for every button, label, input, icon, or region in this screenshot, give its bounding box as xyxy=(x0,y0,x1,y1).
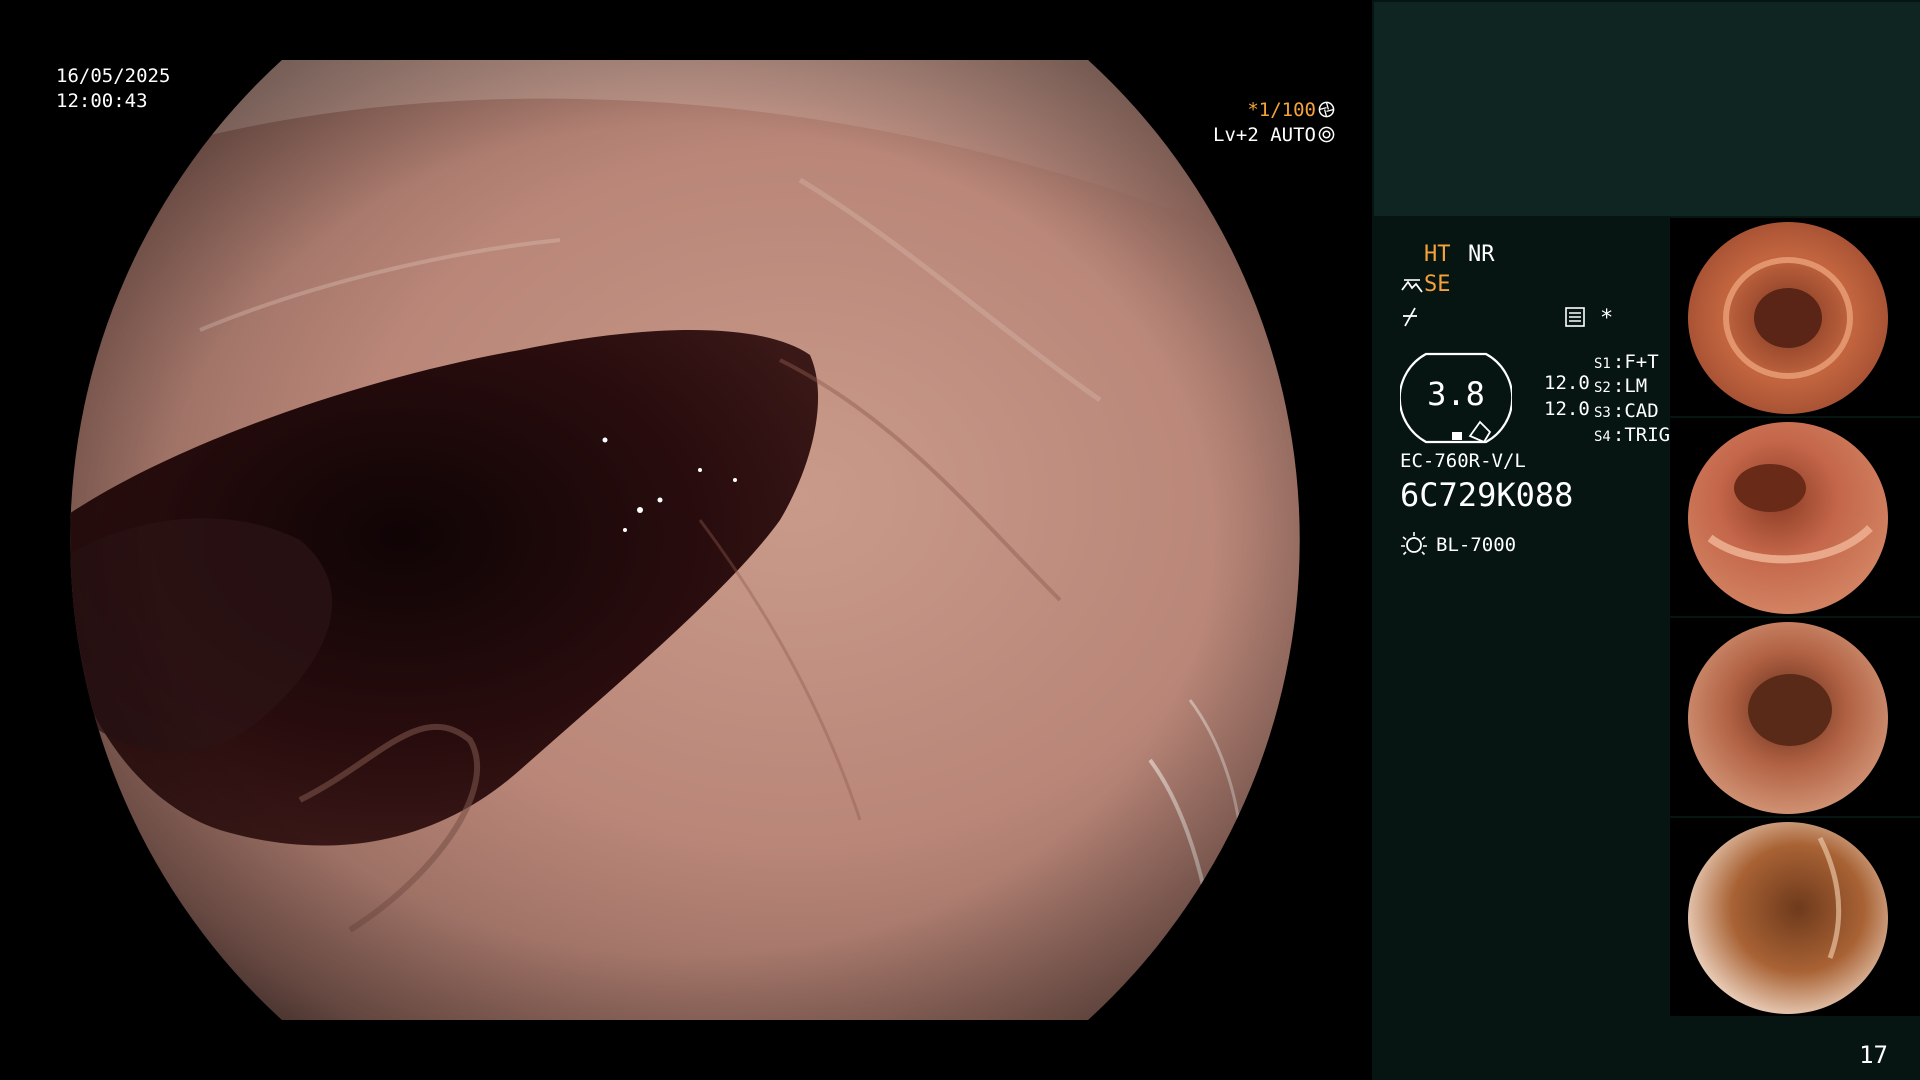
lamp-icon xyxy=(1401,532,1427,556)
thumbnail-image xyxy=(1688,822,1888,1014)
iris-icon xyxy=(1318,126,1335,143)
ht-label: HT xyxy=(1424,242,1451,267)
light-source: BL-7000 xyxy=(1436,534,1517,556)
date-time: 16/05/2025 12:00:43 xyxy=(56,64,170,114)
thumbnail-1[interactable] xyxy=(1670,218,1920,416)
thumbnail-image xyxy=(1688,422,1888,614)
scope-serial: 6C729K088 xyxy=(1400,476,1574,514)
thumbnail-image xyxy=(1688,222,1888,414)
thumbnail-4[interactable] xyxy=(1670,818,1920,1016)
switch-value: F+T xyxy=(1624,351,1659,373)
se-label: SE xyxy=(1424,272,1451,297)
freeze-icon xyxy=(1403,307,1417,327)
patient-info-area xyxy=(1374,2,1920,216)
page-number: 17 xyxy=(1859,1041,1888,1069)
endoscopic-image xyxy=(70,60,1300,1020)
nr-label: NR xyxy=(1468,242,1495,267)
zoom-ratio: 3.8 xyxy=(1427,375,1485,413)
thumbnail-3[interactable] xyxy=(1670,618,1920,816)
exposure-readout: *1/100 Lv+2 AUTO xyxy=(1213,98,1335,148)
switch-key: S4 xyxy=(1594,429,1611,445)
iris-row: Lv+2 AUTO xyxy=(1213,123,1335,148)
structure-enhancement-icon xyxy=(1401,279,1423,293)
thumbnail-2[interactable] xyxy=(1670,418,1920,616)
switch-s3: S3:CAD xyxy=(1594,400,1659,422)
shutter-icon xyxy=(1318,101,1335,118)
processor-status: HT NR SE * 3.8 12.0 12.0 S1:F+T S2:LM S3… xyxy=(1400,240,1670,570)
thumbnail-image xyxy=(1688,622,1888,814)
value-2: 12.0 xyxy=(1544,398,1590,420)
value-1: 12.0 xyxy=(1544,372,1590,394)
switch-key: S3 xyxy=(1594,405,1611,421)
switch-value: CAD xyxy=(1624,400,1659,422)
switch-value: LM xyxy=(1624,375,1648,397)
date: 16/05/2025 xyxy=(56,65,171,87)
scope-model: EC-760R-V/L xyxy=(1400,450,1526,472)
iris-level: Lv+2 AUTO xyxy=(1213,124,1316,146)
shutter-speed: *1/100 xyxy=(1247,99,1316,121)
switch-key: S1 xyxy=(1594,356,1611,372)
shutter-row: *1/100 xyxy=(1213,98,1335,123)
star-mark: * xyxy=(1600,306,1614,331)
switch-value: TRIG xyxy=(1624,424,1671,446)
time: 12:00:43 xyxy=(56,90,148,112)
switch-s2: S2:LM xyxy=(1594,375,1648,397)
switch-s1: S1:F+T xyxy=(1594,351,1659,373)
endoscope-view: 16/05/2025 12:00:43 *1/100 Lv+2 AUTO xyxy=(0,0,1372,1080)
switch-key: S2 xyxy=(1594,380,1611,396)
memo-icon xyxy=(1565,307,1585,327)
switch-s4: S4:TRIG xyxy=(1594,424,1671,446)
